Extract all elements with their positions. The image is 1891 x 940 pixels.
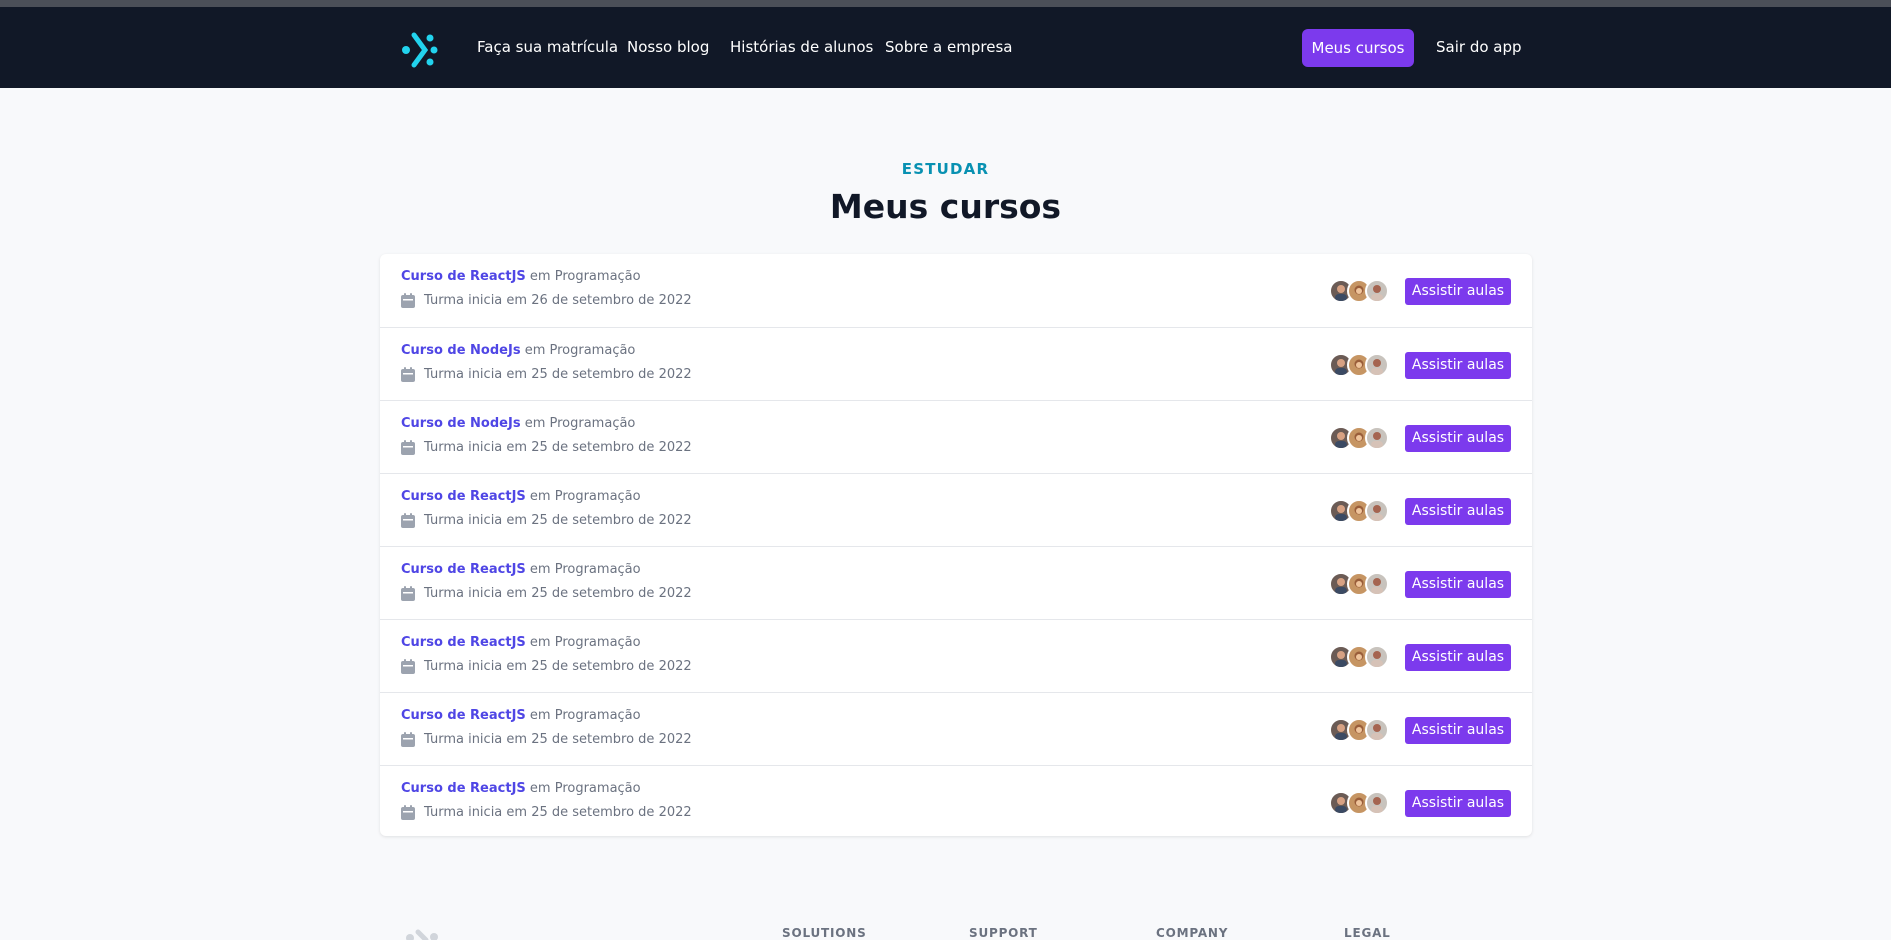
course-start-date: Turma inicia em 25 de setembro de 2022 bbox=[424, 732, 692, 747]
course-start-date: Turma inicia em 25 de setembro de 2022 bbox=[424, 440, 692, 455]
brand-logo-icon[interactable] bbox=[401, 30, 439, 70]
course-category: em Programação bbox=[529, 562, 641, 577]
course-name-link[interactable]: Curso de ReactJS bbox=[401, 269, 526, 284]
course-row: Curso de ReactJS em Programação Turma in… bbox=[380, 692, 1532, 765]
avatar bbox=[1365, 499, 1389, 523]
browser-top-border bbox=[0, 0, 1891, 7]
avatar bbox=[1365, 791, 1389, 815]
watch-classes-button[interactable]: Assistir aulas bbox=[1405, 644, 1511, 671]
course-category: em Programação bbox=[529, 781, 641, 796]
watch-classes-button[interactable]: Assistir aulas bbox=[1405, 498, 1511, 525]
calendar-icon bbox=[401, 293, 415, 308]
avatar bbox=[1365, 426, 1389, 450]
course-start-date: Turma inicia em 25 de setembro de 2022 bbox=[424, 513, 692, 528]
avatar bbox=[1365, 645, 1389, 669]
calendar-icon bbox=[401, 659, 415, 674]
course-row: Curso de ReactJS em Programação Turma in… bbox=[380, 619, 1532, 692]
watch-classes-button[interactable]: Assistir aulas bbox=[1405, 571, 1511, 598]
avatar-group bbox=[1329, 572, 1389, 596]
footer-logo-icon bbox=[406, 929, 438, 940]
page-title: Meus cursos bbox=[829, 187, 1062, 226]
section-eyebrow: ESTUDAR bbox=[901, 160, 990, 178]
course-category: em Programação bbox=[529, 489, 641, 504]
avatar-group bbox=[1329, 791, 1389, 815]
signout-link[interactable]: Sair do app bbox=[1436, 37, 1522, 57]
course-row: Curso de NodeJs em Programação Turma ini… bbox=[380, 327, 1532, 400]
avatar-group bbox=[1329, 279, 1389, 303]
footer-heading-solutions: SOLUTIONS bbox=[782, 926, 867, 940]
course-name-link[interactable]: Curso de ReactJS bbox=[401, 489, 526, 504]
course-list: Curso de ReactJS em Programação Turma in… bbox=[380, 254, 1532, 836]
calendar-icon bbox=[401, 805, 415, 820]
avatar bbox=[1365, 572, 1389, 596]
watch-classes-button[interactable]: Assistir aulas bbox=[1405, 352, 1511, 379]
course-name-link[interactable]: Curso de NodeJs bbox=[401, 416, 521, 431]
course-category: em Programação bbox=[529, 708, 641, 723]
course-start-date: Turma inicia em 25 de setembro de 2022 bbox=[424, 367, 692, 382]
avatar-group bbox=[1329, 718, 1389, 742]
course-category: em Programação bbox=[529, 269, 641, 284]
watch-classes-button[interactable]: Assistir aulas bbox=[1405, 717, 1511, 744]
course-start-date: Turma inicia em 26 de setembro de 2022 bbox=[424, 293, 692, 308]
course-start-date: Turma inicia em 25 de setembro de 2022 bbox=[424, 659, 692, 674]
course-row: Curso de ReactJS em Programação Turma in… bbox=[380, 546, 1532, 619]
course-start-date: Turma inicia em 25 de setembro de 2022 bbox=[424, 805, 692, 820]
calendar-icon bbox=[401, 586, 415, 601]
my-courses-button[interactable]: Meus cursos bbox=[1302, 29, 1414, 67]
avatar-group bbox=[1329, 353, 1389, 377]
footer-heading-support: SUPPORT bbox=[969, 926, 1038, 940]
course-name-link[interactable]: Curso de ReactJS bbox=[401, 635, 526, 650]
avatar-group bbox=[1329, 426, 1389, 450]
course-name-link[interactable]: Curso de ReactJS bbox=[401, 781, 526, 796]
avatar bbox=[1365, 718, 1389, 742]
course-row: Curso de ReactJS em Programação Turma in… bbox=[380, 254, 1532, 327]
course-category: em Programação bbox=[524, 343, 636, 358]
course-name-link[interactable]: Curso de ReactJS bbox=[401, 562, 526, 577]
nav-link-sobre[interactable]: Sobre a empresa bbox=[885, 37, 1012, 57]
calendar-icon bbox=[401, 440, 415, 455]
course-row: Curso de NodeJs em Programação Turma ini… bbox=[380, 400, 1532, 473]
nav-link-matricula[interactable]: Faça sua matrícula bbox=[477, 37, 618, 57]
course-name-link[interactable]: Curso de NodeJs bbox=[401, 343, 521, 358]
top-navigation: Faça sua matrícula Nosso blog Histórias … bbox=[0, 7, 1891, 88]
course-start-date: Turma inicia em 25 de setembro de 2022 bbox=[424, 586, 692, 601]
footer-heading-company: COMPANY bbox=[1156, 926, 1229, 940]
nav-link-blog[interactable]: Nosso blog bbox=[627, 37, 709, 57]
watch-classes-button[interactable]: Assistir aulas bbox=[1405, 425, 1511, 452]
course-name-link[interactable]: Curso de ReactJS bbox=[401, 708, 526, 723]
calendar-icon bbox=[401, 513, 415, 528]
avatar bbox=[1365, 279, 1389, 303]
course-row: Curso de ReactJS em Programação Turma in… bbox=[380, 473, 1532, 546]
avatar bbox=[1365, 353, 1389, 377]
watch-classes-button[interactable]: Assistir aulas bbox=[1405, 790, 1511, 817]
footer-heading-legal: LEGAL bbox=[1344, 926, 1391, 940]
avatar-group bbox=[1329, 645, 1389, 669]
watch-classes-button[interactable]: Assistir aulas bbox=[1405, 278, 1511, 305]
course-category: em Programação bbox=[524, 416, 636, 431]
calendar-icon bbox=[401, 732, 415, 747]
nav-link-historias[interactable]: Histórias de alunos bbox=[730, 37, 873, 57]
calendar-icon bbox=[401, 367, 415, 382]
course-category: em Programação bbox=[529, 635, 641, 650]
course-row: Curso de ReactJS em Programação Turma in… bbox=[380, 765, 1532, 838]
avatar-group bbox=[1329, 499, 1389, 523]
